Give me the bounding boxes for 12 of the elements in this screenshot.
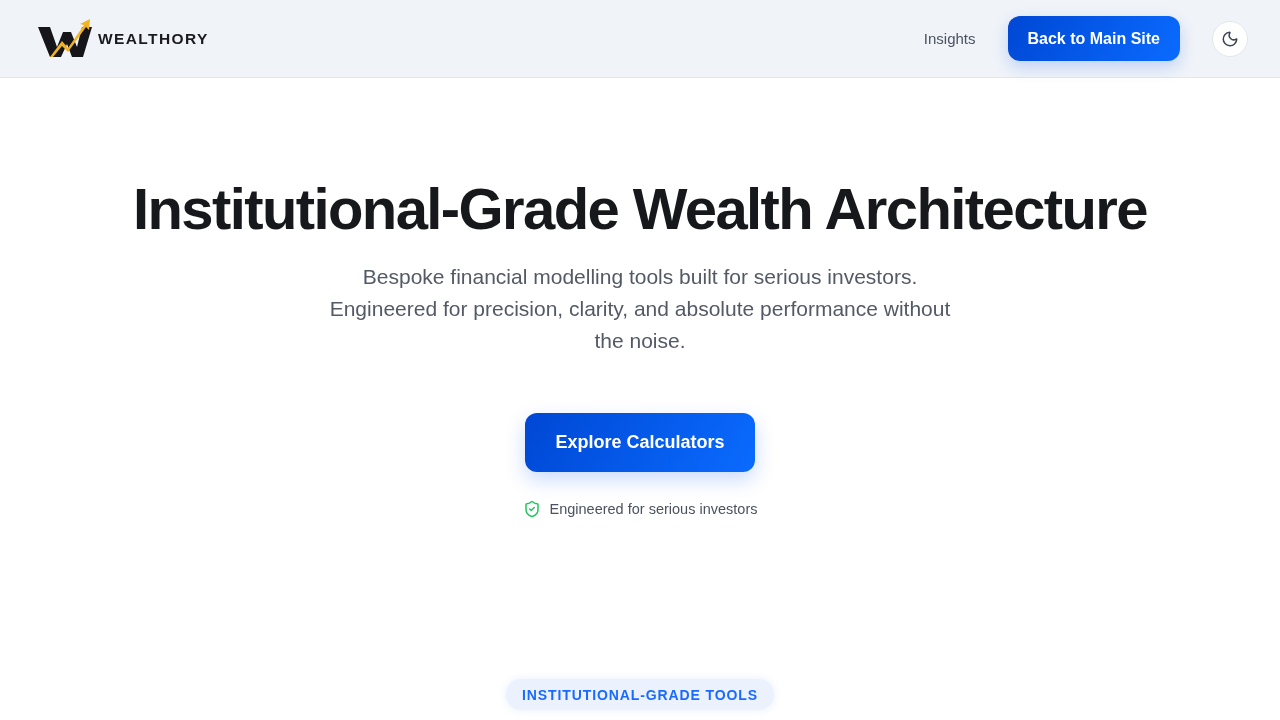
back-to-main-site-button[interactable]: Back to Main Site — [1007, 16, 1180, 61]
brand-name: WEALTHORY — [98, 29, 209, 48]
theme-toggle-button[interactable] — [1212, 20, 1248, 57]
hero-title: Institutional-Grade Wealth Architecture — [133, 177, 1147, 241]
moon-icon — [1221, 29, 1239, 48]
w-logo-icon — [38, 18, 92, 59]
nav-link[interactable]: Insights — [923, 30, 976, 47]
trust-note: Engineered for serious investors — [549, 501, 758, 517]
explore-calculators-button[interactable]: Explore Calculators — [525, 413, 755, 472]
section-label: INSTITUTIONAL-GRADE TOOLS — [505, 679, 775, 710]
hero-subtitle: Bespoke financial modelling tools built for serious investors. Engineered for precision, clarity, and absolute performance without the noise. — [328, 264, 952, 354]
shield-check-icon — [522, 500, 541, 518]
